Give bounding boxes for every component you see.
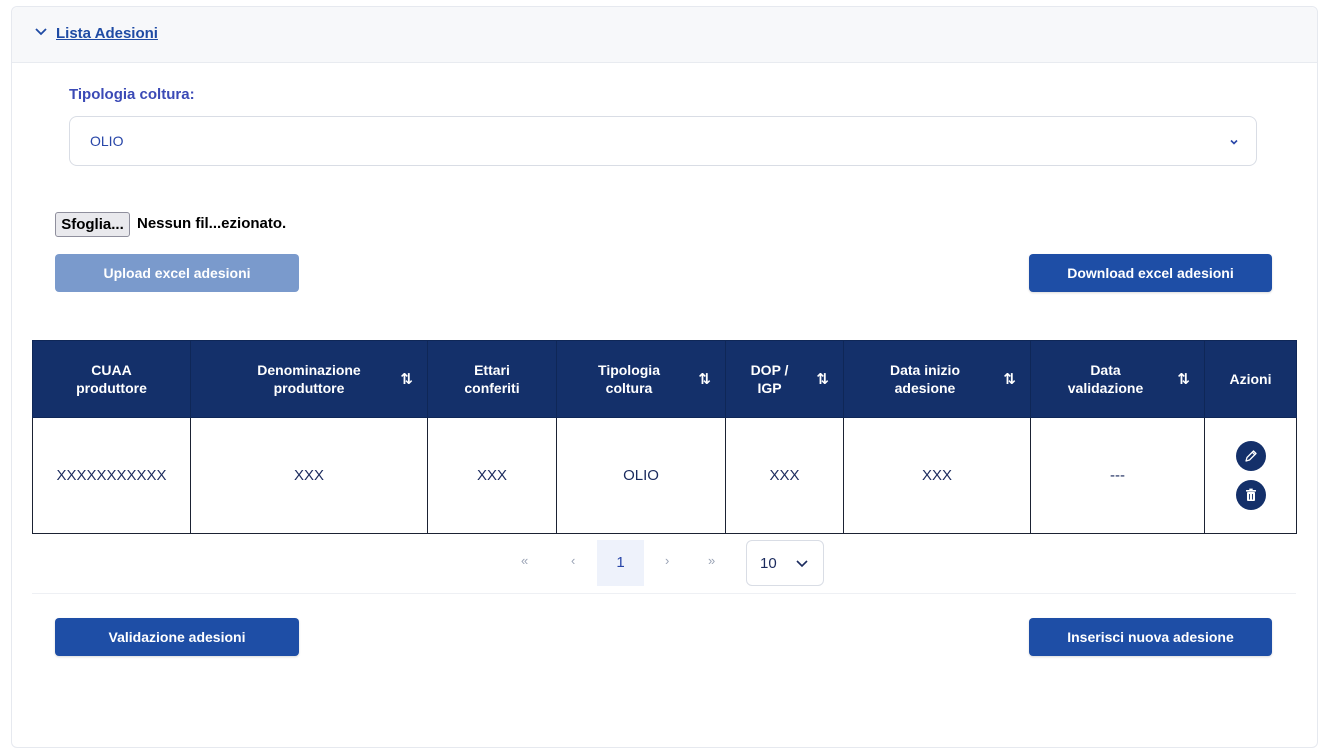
column-header-denominazione[interactable]: Denominazione produttore ⇅ [190,340,428,418]
column-header-dop-igp[interactable]: DOP / IGP ⇅ [725,340,844,418]
chevron-down-icon [1230,139,1238,145]
download-excel-button[interactable]: Download excel adesioni [1029,254,1272,292]
cell-data-validazione: --- [1030,417,1205,534]
divider [32,593,1296,594]
page-size-select[interactable]: 10 [746,540,824,586]
column-header-data-validazione[interactable]: Data validazione ⇅ [1030,340,1205,418]
column-header-data-inizio[interactable]: Data inizio adesione ⇅ [843,340,1031,418]
first-page-button[interactable]: « [521,553,528,568]
delete-icon [1245,488,1256,501]
adesioni-table: CUAA produttore Denominazione produttore ⇅… [32,340,1297,534]
sort-icon[interactable]: ⇅ [400,371,413,389]
sort-icon[interactable]: ⇅ [698,371,711,389]
pagination: « ‹ 1 › » 10 [0,540,1328,586]
chevron-down-icon [796,560,808,568]
selected-file-name: Nessun fil...ezionato. [137,215,287,232]
cell-tipologia: OLIO [556,417,726,534]
tipologia-coltura-select[interactable]: OLIO [69,116,1257,166]
sort-icon[interactable]: ⇅ [1003,371,1016,389]
sort-icon[interactable]: ⇅ [816,371,829,389]
panel-header[interactable]: Lista Adesioni [12,7,1317,63]
column-header-ettari: Ettari conferiti [427,340,557,418]
column-header-azioni: Azioni [1204,340,1297,418]
cell-azioni [1204,417,1297,534]
edit-icon [1244,450,1257,462]
edit-button[interactable] [1235,441,1266,471]
validazione-adesioni-button[interactable]: Validazione adesioni [55,618,299,656]
cell-ettari: XXX [427,417,557,534]
current-page-button[interactable]: 1 [597,540,644,586]
cell-cuaa: XXXXXXXXXXX [32,417,191,534]
page-size-value: 10 [760,555,777,572]
table-header-row: CUAA produttore Denominazione produttore ⇅… [32,340,1297,418]
column-header-tipologia[interactable]: Tipologia coltura ⇅ [556,340,726,418]
upload-excel-button[interactable]: Upload excel adesioni [55,254,299,292]
cell-data-inizio: XXX [843,417,1031,534]
cell-dop-igp: XXX [725,417,844,534]
cell-denominazione: XXX [190,417,428,534]
prev-page-button[interactable]: ‹ [571,553,575,568]
table-row: XXXXXXXXXXX XXX XXX OLIO XXX XXX --- [32,417,1297,534]
last-page-button[interactable]: » [708,553,715,568]
browse-file-button[interactable]: Sfoglia... [55,212,130,237]
inserisci-adesione-button[interactable]: Inserisci nuova adesione [1029,618,1272,656]
delete-button[interactable] [1235,480,1266,510]
sort-icon[interactable]: ⇅ [1177,371,1190,389]
panel-title-link[interactable]: Lista Adesioni [56,25,158,42]
column-header-cuaa: CUAA produttore [32,340,191,418]
select-value: OLIO [90,133,124,149]
tipologia-coltura-label: Tipologia coltura: [69,86,195,103]
next-page-button[interactable]: › [665,553,669,568]
chevron-down-icon [35,28,47,36]
